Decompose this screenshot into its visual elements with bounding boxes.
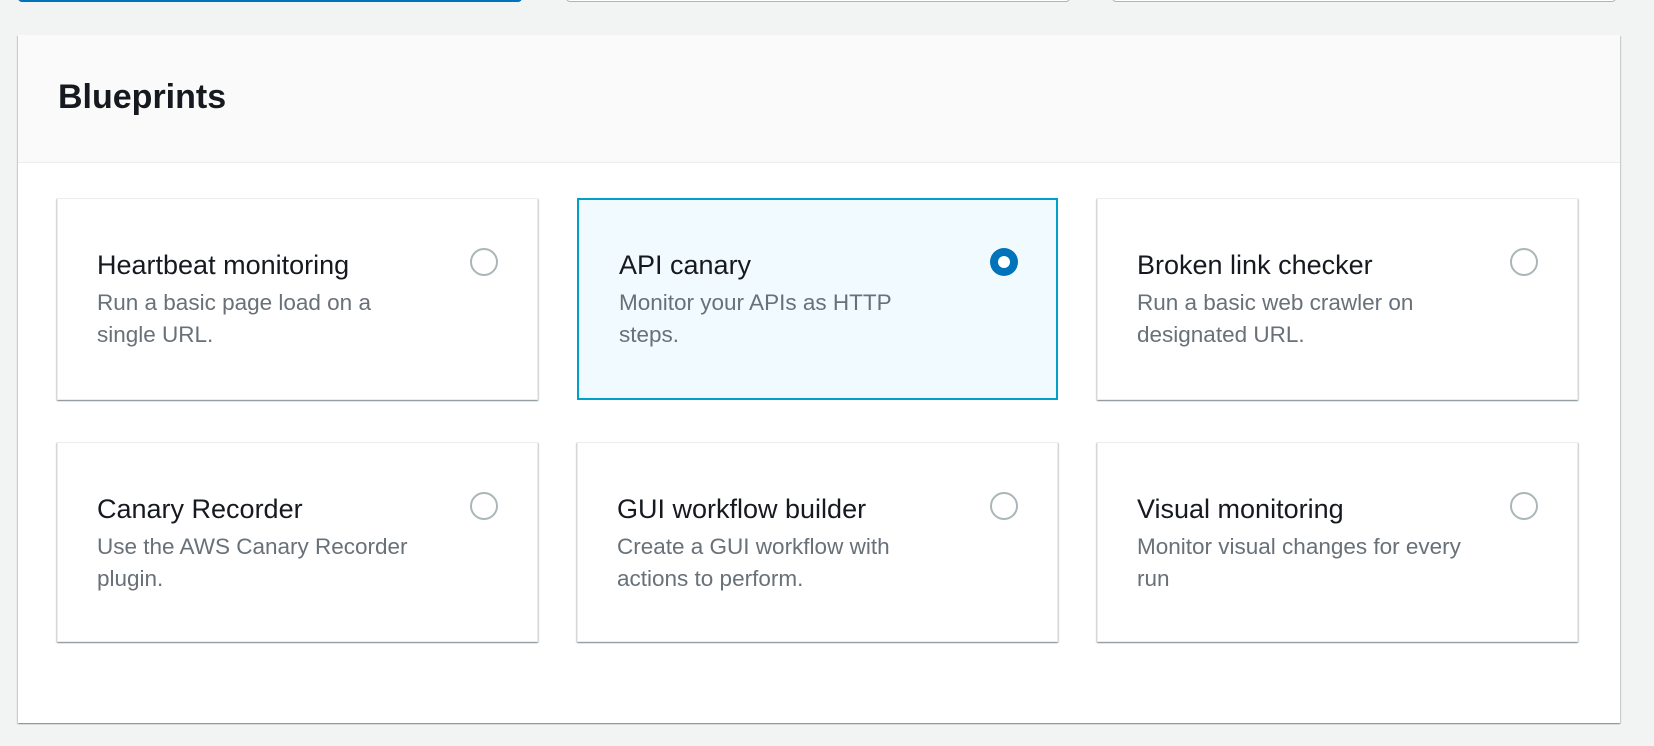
tile-visual-monitoring[interactable]: Visual monitoring Monitor visual changes… <box>1097 442 1578 642</box>
tile-title: API canary <box>619 250 752 280</box>
radio-button[interactable] <box>1510 492 1538 520</box>
tile-broken-link-checker[interactable]: Broken link checker Run a basic web craw… <box>1097 198 1578 400</box>
tile-description: Monitor visual changes for every run <box>1137 534 1461 591</box>
blueprints-panel: Blueprints Heartbeat monitoring Run a ba… <box>18 35 1620 723</box>
radio-button[interactable] <box>990 248 1018 276</box>
blueprint-tiles: Heartbeat monitoring Run a basic page lo… <box>57 198 1579 642</box>
tile-canary-recorder[interactable]: Canary Recorder Use the AWS Canary Recor… <box>57 442 538 642</box>
panel-title: Blueprints <box>58 78 227 116</box>
tile-description: Run a basic page load on a single URL. <box>97 290 371 347</box>
radio-button[interactable] <box>470 492 498 520</box>
tile-title: Heartbeat monitoring <box>97 250 350 280</box>
tile-description: Monitor your APIs as HTTP steps. <box>619 290 892 347</box>
panel-header: Blueprints <box>18 35 1620 163</box>
tile-title: GUI workflow builder <box>617 494 867 524</box>
top-tab-3[interactable] <box>1112 0 1616 2</box>
radio-button[interactable] <box>470 248 498 276</box>
tile-title: Broken link checker <box>1137 250 1373 280</box>
tile-title: Visual monitoring <box>1137 494 1344 524</box>
tile-gui-workflow-builder[interactable]: GUI workflow builder Create a GUI workfl… <box>577 442 1058 642</box>
tile-description: Run a basic web crawler on designated UR… <box>1137 290 1414 347</box>
radio-button[interactable] <box>990 492 1018 520</box>
tile-description: Use the AWS Canary Recorder plugin. <box>97 534 408 591</box>
tile-title: Canary Recorder <box>97 494 303 524</box>
tile-description: Create a GUI workflow with actions to pe… <box>617 534 890 591</box>
tile-heartbeat-monitoring[interactable]: Heartbeat monitoring Run a basic page lo… <box>57 198 538 400</box>
radio-button[interactable] <box>1510 248 1538 276</box>
top-tab-2[interactable] <box>566 0 1070 2</box>
top-tab-1[interactable] <box>18 0 522 2</box>
tile-api-canary[interactable]: API canary Monitor your APIs as HTTP ste… <box>577 198 1058 400</box>
